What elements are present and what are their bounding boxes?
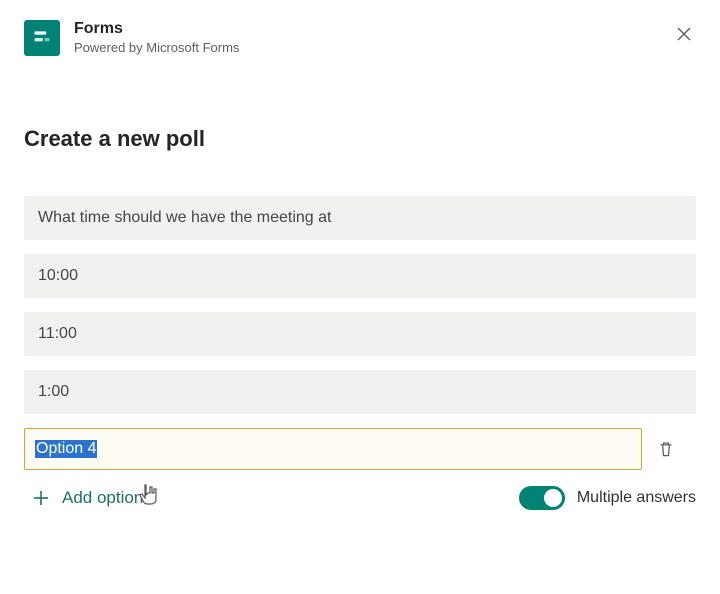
add-option-button[interactable]: Add option [24,488,143,508]
close-icon [676,26,692,42]
add-option-label: Add option [62,488,143,508]
poll-form: What time should we have the meeting at … [24,196,696,510]
app-title: Forms [74,20,239,38]
close-button[interactable] [672,22,696,46]
app-subtitle: Powered by Microsoft Forms [74,40,239,55]
delete-option-button[interactable] [656,439,676,459]
option-input-4[interactable]: Option 4 [24,428,642,470]
option-text-selected: Option 4 [35,440,97,458]
page-title: Create a new poll [24,126,696,152]
plus-icon [32,489,50,507]
trash-icon [656,439,676,459]
option-input-2[interactable]: 11:00 [24,312,696,356]
multiple-answers-label: Multiple answers [577,489,696,507]
multiple-answers-toggle[interactable] [519,486,565,510]
option-input-1[interactable]: 10:00 [24,254,696,298]
toggle-knob [544,489,562,507]
option-input-3[interactable]: 1:00 [24,370,696,414]
forms-app-icon [24,20,60,56]
question-input[interactable]: What time should we have the meeting at [24,196,696,240]
